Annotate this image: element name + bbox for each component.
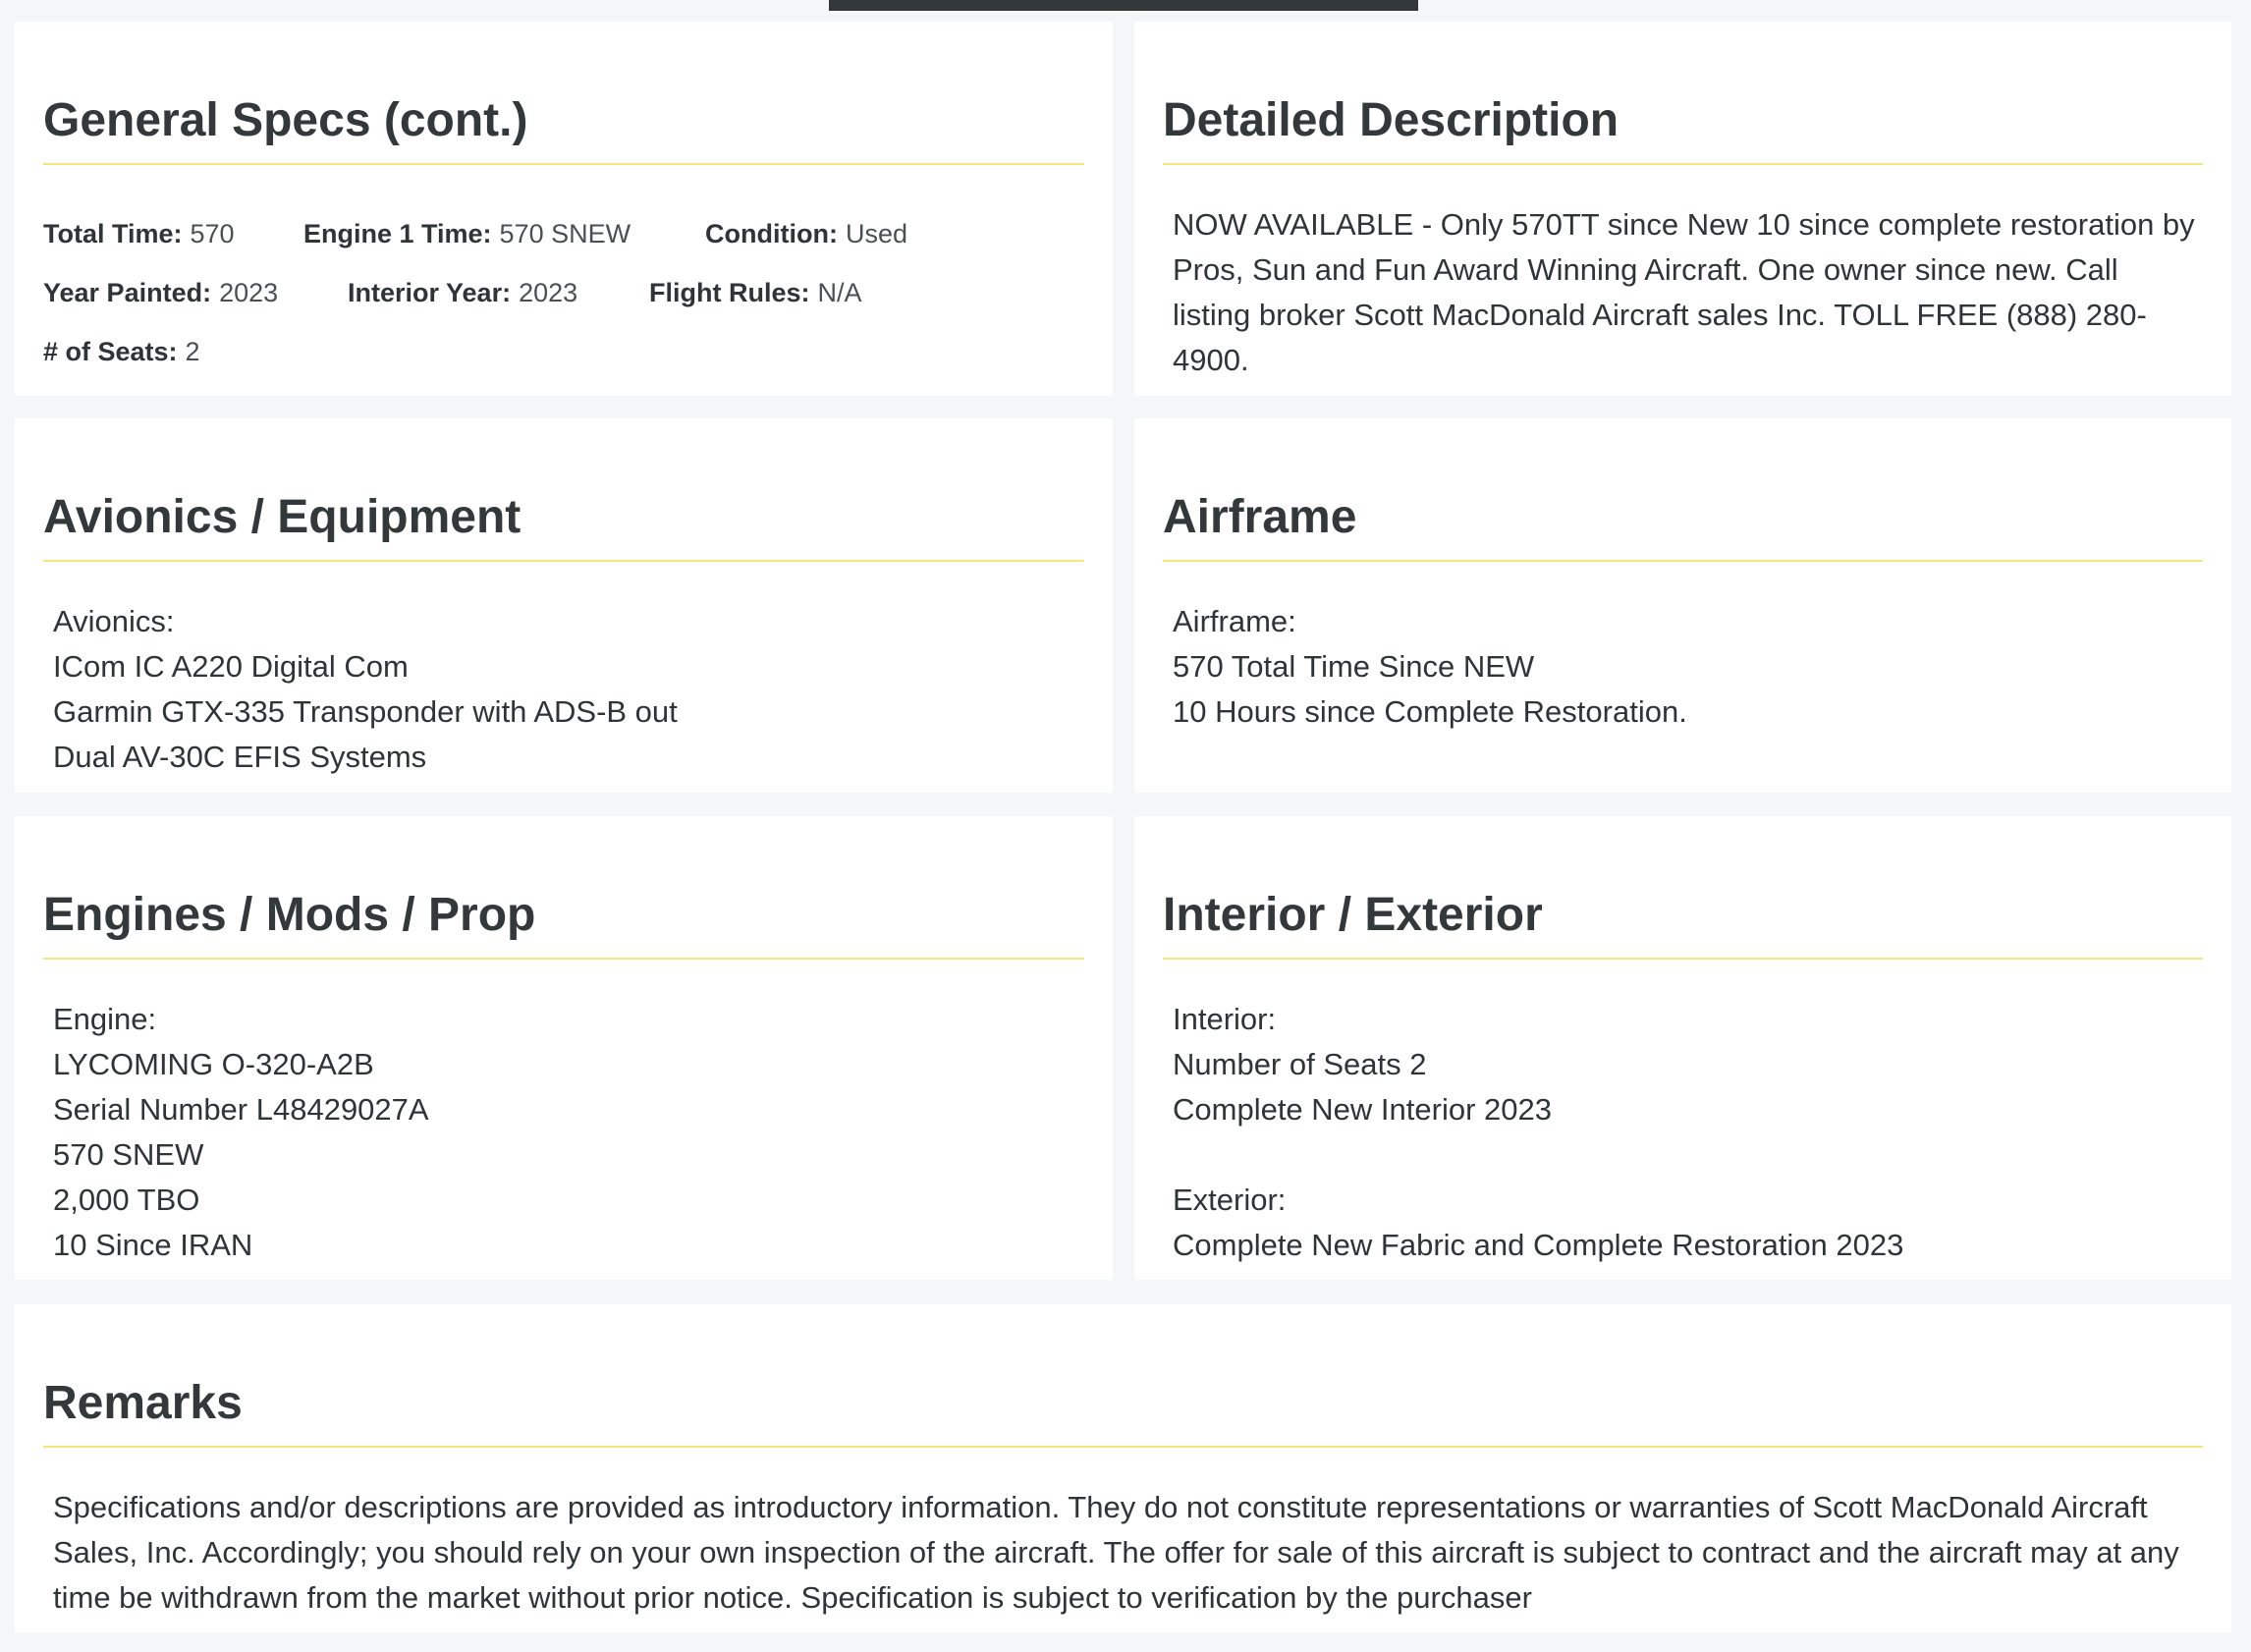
spec-condition: Condition: Used [705, 204, 907, 263]
spec-value: 2 [185, 337, 200, 366]
general-specs-panel: General Specs (cont.) Total Time: 570 Eng… [15, 22, 1113, 396]
spec-value: N/A [817, 278, 862, 307]
detailed-description-panel: Detailed Description NOW AVAILABLE - Onl… [1134, 22, 2231, 396]
spec-engine-1-time: Engine 1 Time: 570 SNEW [303, 204, 631, 263]
detailed-description-body: NOW AVAILABLE - Only 570TT since New 10 … [1173, 202, 2202, 383]
top-tab-bar [829, 0, 1418, 11]
remarks-text: Specifications and/or descriptions are p… [53, 1490, 2179, 1615]
interior-exterior-title: Interior / Exterior [1163, 889, 1543, 941]
airframe-line: 570 Total Time Since NEW [1173, 649, 1535, 684]
section-divider [1163, 560, 2203, 562]
spec-value: 2023 [519, 278, 578, 307]
remarks-title: Remarks [43, 1377, 243, 1429]
spec-value: 570 SNEW [499, 219, 631, 248]
spec-label: Condition: [705, 219, 838, 248]
interior-exterior-panel: Interior / Exterior Interior: Number of … [1134, 816, 2231, 1280]
engine-line: 10 Since IRAN [53, 1228, 253, 1262]
section-divider [1163, 958, 2203, 960]
section-divider [43, 560, 1084, 562]
airframe-title: Airframe [1163, 491, 1357, 543]
spec-label: Flight Rules: [649, 278, 810, 307]
avionics-line: Garmin GTX-335 Transponder with ADS-B ou… [53, 694, 678, 729]
spec-flight-rules: Flight Rules: N/A [649, 263, 862, 322]
section-divider [43, 958, 1084, 960]
airframe-panel: Airframe Airframe: 570 Total Time Since … [1134, 418, 2231, 793]
description-text: NOW AVAILABLE - Only 570TT since New 10 … [1173, 207, 2195, 377]
spec-label: Total Time: [43, 219, 183, 248]
engine-line: Serial Number L48429027A [53, 1092, 429, 1127]
interior-exterior-line: Complete New Interior 2023 [1173, 1092, 1552, 1127]
section-divider [1163, 163, 2203, 165]
spec-label: # of Seats: [43, 337, 178, 366]
engine-line: Engine: [53, 1002, 157, 1036]
interior-exterior-line: Interior: [1173, 1002, 1277, 1036]
avionics-panel: Avionics / Equipment Avionics: ICom IC A… [15, 418, 1113, 793]
detailed-description-title: Detailed Description [1163, 94, 1620, 146]
spec-total-time: Total Time: 570 [43, 204, 235, 263]
engines-body: Engine: LYCOMING O-320-A2B Serial Number… [53, 997, 1083, 1268]
spec-label: Year Painted: [43, 278, 212, 307]
engine-line: LYCOMING O-320-A2B [53, 1047, 374, 1081]
spec-label: Interior Year: [348, 278, 512, 307]
avionics-line: Dual AV-30C EFIS Systems [53, 740, 427, 774]
interior-exterior-body: Interior: Number of Seats 2 Complete New… [1173, 997, 2202, 1268]
airframe-line: Airframe: [1173, 604, 1296, 638]
avionics-body: Avionics: ICom IC A220 Digital Com Garmi… [53, 599, 1083, 780]
spec-num-seats: # of Seats: 2 [43, 322, 200, 381]
remarks-body: Specifications and/or descriptions are p… [53, 1485, 2202, 1621]
airframe-line: 10 Hours since Complete Restoration. [1173, 694, 1687, 729]
avionics-title: Avionics / Equipment [43, 491, 522, 543]
engine-line: 2,000 TBO [53, 1183, 200, 1217]
section-divider [43, 163, 1084, 165]
interior-exterior-line [1173, 1132, 2202, 1178]
spec-year-painted: Year Painted: 2023 [43, 263, 278, 322]
spec-value: 2023 [219, 278, 279, 307]
avionics-line: Avionics: [53, 604, 175, 638]
engine-line: 570 SNEW [53, 1137, 204, 1172]
remarks-panel: Remarks Specifications and/or descriptio… [15, 1304, 2231, 1632]
interior-exterior-line: Exterior: [1173, 1183, 1287, 1217]
general-specs-title: General Specs (cont.) [43, 94, 528, 146]
section-divider [43, 1446, 2203, 1448]
interior-exterior-line: Complete New Fabric and Complete Restora… [1173, 1228, 1904, 1262]
engines-panel: Engines / Mods / Prop Engine: LYCOMING O… [15, 816, 1113, 1280]
airframe-body: Airframe: 570 Total Time Since NEW 10 Ho… [1173, 599, 2202, 735]
engines-title: Engines / Mods / Prop [43, 889, 536, 941]
interior-exterior-line: Number of Seats 2 [1173, 1047, 1427, 1081]
spec-value: Used [845, 219, 907, 248]
avionics-line: ICom IC A220 Digital Com [53, 649, 409, 684]
spec-value: 570 [190, 219, 235, 248]
spec-interior-year: Interior Year: 2023 [348, 263, 577, 322]
spec-label: Engine 1 Time: [303, 219, 492, 248]
